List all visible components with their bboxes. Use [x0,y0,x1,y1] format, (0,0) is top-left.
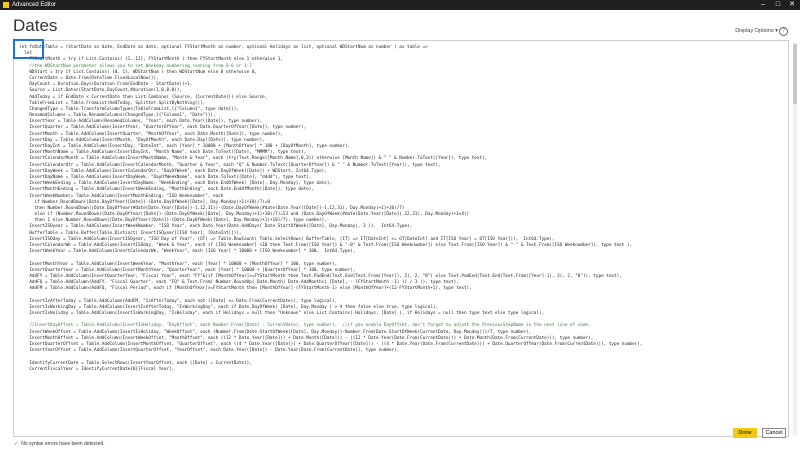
highlight-annotation-box [13,39,44,59]
close-icon[interactable]: ✕ [785,0,799,10]
checkmark-icon: ✓ [14,441,19,447]
display-options-dropdown[interactable]: Display Options ▾ [735,28,778,34]
code-line[interactable]: //InsertDayOffset = Table.AddColumn(Inse… [19,323,642,329]
query-name-heading: Dates [13,16,58,35]
syntax-status-text: No syntax errors have been detected. [21,441,105,447]
window-title-bar: Advanced Editor – □ ✕ [0,0,800,10]
cancel-button[interactable]: Cancel [762,428,786,438]
minimize-icon[interactable]: – [756,0,770,10]
done-button[interactable]: Done [733,428,757,438]
code-line[interactable]: CurrentFiscalYear = IdentifyCurrentDate{… [19,367,642,373]
maximize-icon[interactable]: □ [771,0,785,10]
power-bi-app-icon [3,2,9,8]
scrollbar-thumb[interactable] [793,44,797,104]
help-icon[interactable]: ? [779,27,788,36]
code-text[interactable]: let fnDateTable = (StartDate as date, En… [19,45,642,373]
editor-scrollbar[interactable] [793,42,797,435]
code-editor[interactable]: let fnDateTable = (StartDate as date, En… [13,40,789,437]
syntax-status: ✓ No syntax errors have been detected. [14,441,105,447]
window-title: Advanced Editor [12,2,57,8]
